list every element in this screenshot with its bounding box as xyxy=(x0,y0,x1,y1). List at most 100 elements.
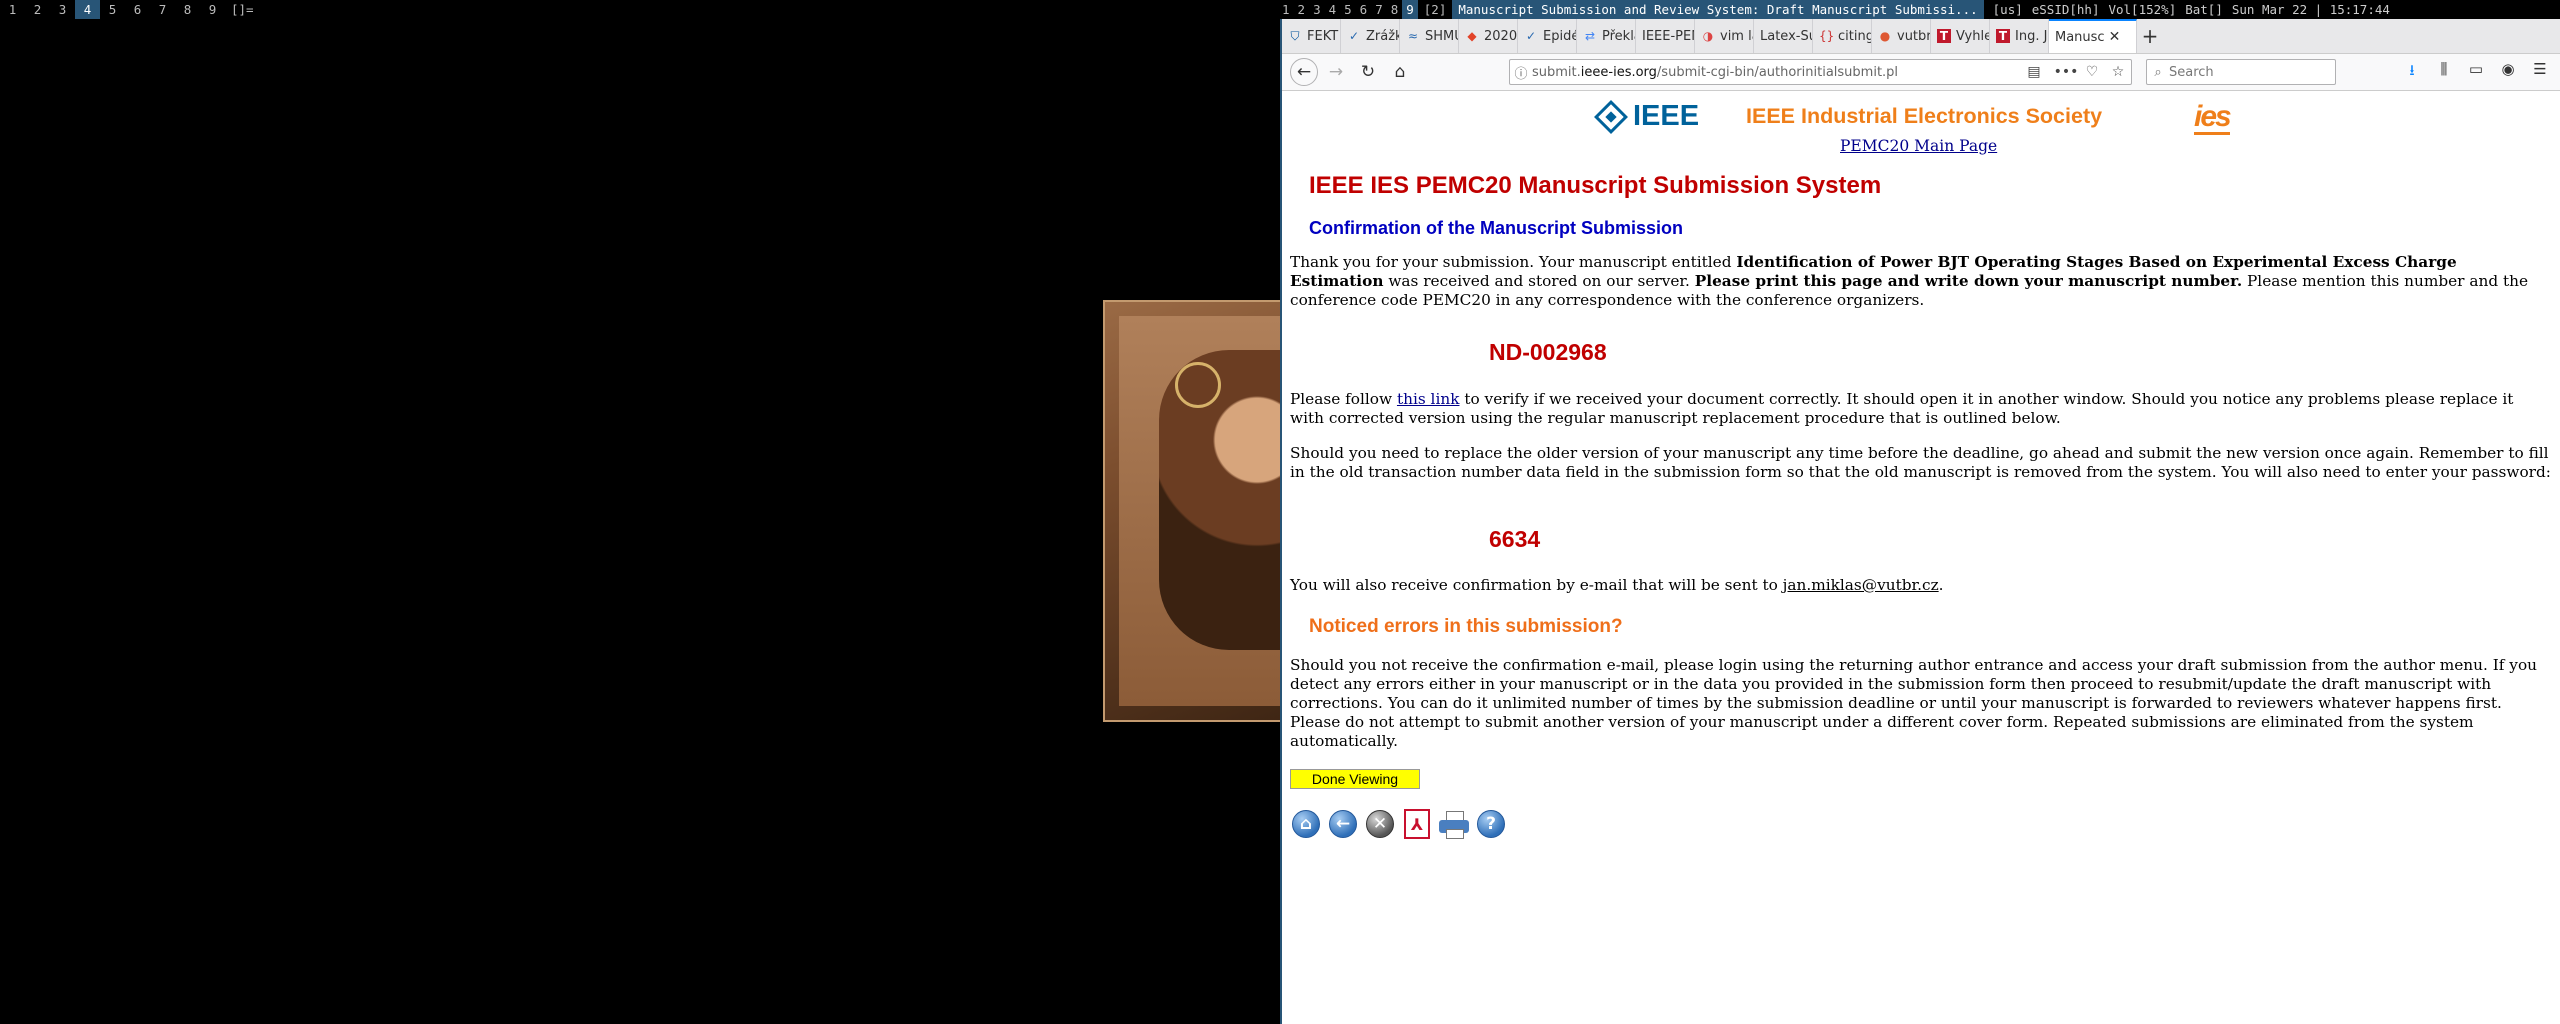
url-domain: ieee-ies.org xyxy=(1580,64,1657,80)
text: Thank you for your submission. Your manu… xyxy=(1290,253,1737,271)
home-icon: ⌂ xyxy=(1394,62,1406,82)
account-icon[interactable]: ◉ xyxy=(2492,60,2524,85)
wave-icon: ≈ xyxy=(1407,29,1419,43)
thank-you-paragraph: Thank you for your submission. Your manu… xyxy=(1290,253,2552,310)
search-icon: ⌕ xyxy=(2154,64,2162,80)
arrow-right-icon: → xyxy=(1328,62,1344,82)
home-button[interactable]: ⌂ xyxy=(1386,58,1414,86)
forward-button[interactable]: → xyxy=(1322,58,1350,86)
workspace-4[interactable]: 4 xyxy=(75,0,100,19)
tab-label: FEKT V xyxy=(1307,28,1340,44)
clock: Sun Mar 22 | 15:17:44 xyxy=(2231,2,2390,17)
url-prefix: submit. xyxy=(1532,64,1581,80)
close-icon[interactable]: ✕ xyxy=(1364,808,1396,840)
reload-icon: ↻ xyxy=(1360,62,1376,82)
tab-list: ⛉ FEKT V ✓ Zrážk ≈ SHMÚ ◆ 2020-0 ✓ Epidém ⇄ Překla I… xyxy=(1282,19,2049,53)
translate-icon: ⇄ xyxy=(1584,29,1596,43)
close-tab-icon[interactable]: ✕ xyxy=(2109,29,2121,45)
search-bar[interactable]: ⌕ Search xyxy=(2146,59,2336,85)
bookmark-star-icon[interactable]: ☆ xyxy=(2105,64,2131,80)
right-workspace-5[interactable]: 5 xyxy=(1340,0,1356,19)
sidebar-icon[interactable]: ▭ xyxy=(2460,60,2492,85)
tab-8[interactable]: Latex-Suit xyxy=(1754,19,1813,53)
navigation-toolbar: ← → ↻ ⌂ ⓘ submit.ieee-ies.org/submit-cgi… xyxy=(1282,54,2560,91)
reader-view-icon[interactable]: ▤ xyxy=(2021,64,2047,80)
pocket-icon[interactable]: ♡ xyxy=(2079,64,2105,80)
tab-2[interactable]: ≈ SHMÚ xyxy=(1400,19,1459,53)
reload-button[interactable]: ↻ xyxy=(1354,58,1382,86)
tab-label: vutbr j xyxy=(1897,28,1930,44)
tab-label: Vyhled xyxy=(1956,28,1989,44)
help-icon-graphic: ? xyxy=(1477,810,1505,838)
pdf-icon-graphic: ⅄ xyxy=(1404,809,1430,839)
right-workspace-6[interactable]: 6 xyxy=(1356,0,1372,19)
tab-10[interactable]: ● vutbr j xyxy=(1872,19,1931,53)
tab-label: Zrážk xyxy=(1366,28,1399,44)
ieee-logo[interactable]: IEEE xyxy=(1594,99,1700,134)
verify-link[interactable]: this link xyxy=(1397,390,1460,408)
pdf-icon[interactable]: ⅄ xyxy=(1401,808,1433,840)
right-workspace-7[interactable]: 7 xyxy=(1371,0,1387,19)
tab-strip: ⛉ FEKT V ✓ Zrážk ≈ SHMÚ ◆ 2020-0 ✓ Epidém ⇄ Překla I… xyxy=(1282,19,2560,54)
workspace-3[interactable]: 3 xyxy=(50,0,75,19)
battery-status: Bat[] xyxy=(2185,2,2223,17)
email-link[interactable]: jan.miklas@vutbr.cz xyxy=(1783,576,1939,594)
ieee-logo-text: IEEE xyxy=(1633,100,1700,132)
url-bar[interactable]: ⓘ submit.ieee-ies.org/submit-cgi-bin/aut… xyxy=(1509,59,2132,85)
main-page-link[interactable]: PEMC20 Main Page xyxy=(1840,137,1997,155)
tab-7[interactable]: ◑ vim lat xyxy=(1695,19,1754,53)
text: You will also receive confirmation by e-… xyxy=(1290,576,1783,594)
print-icon[interactable] xyxy=(1438,808,1470,840)
right-workspace-4[interactable]: 4 xyxy=(1325,0,1341,19)
workspace-1[interactable]: 1 xyxy=(0,0,25,19)
tab-0[interactable]: ⛉ FEKT V xyxy=(1282,19,1341,53)
right-layout-indicator: [2] xyxy=(1423,2,1447,17)
tab-9[interactable]: {} citing xyxy=(1813,19,1872,53)
workspace-6[interactable]: 6 xyxy=(125,0,150,19)
right-workspace-2[interactable]: 2 xyxy=(1294,0,1310,19)
library-icon[interactable]: ⫼ xyxy=(2428,60,2460,85)
icon-painting-image xyxy=(1103,300,1299,722)
right-workspace-8[interactable]: 8 xyxy=(1387,0,1403,19)
page-title: IEEE IES PEMC20 Manuscript Submission Sy… xyxy=(1309,172,1882,199)
back-button[interactable]: ← xyxy=(1290,58,1318,86)
right-workspace-1[interactable]: 1 xyxy=(1278,0,1294,19)
back-icon[interactable]: ← xyxy=(1327,808,1359,840)
done-viewing-button[interactable]: Done Viewing xyxy=(1290,769,1420,789)
workspace-7[interactable]: 7 xyxy=(150,0,175,19)
tab-5[interactable]: ⇄ Překla xyxy=(1577,19,1636,53)
workspace-9[interactable]: 9 xyxy=(200,0,225,19)
home-icon[interactable]: ⌂ xyxy=(1290,808,1322,840)
right-workspace-3[interactable]: 3 xyxy=(1309,0,1325,19)
ies-logo[interactable]: ies xyxy=(2194,102,2232,135)
url-text[interactable]: submit.ieee-ies.org/submit-cgi-bin/autho… xyxy=(1532,65,1898,80)
new-tab-button[interactable]: + xyxy=(2137,19,2163,53)
menu-icon[interactable]: ☰ xyxy=(2524,60,2556,85)
tab-label: citing xyxy=(1838,28,1871,44)
left-layout-indicator: []= xyxy=(231,2,254,17)
tab-3[interactable]: ◆ 2020-0 xyxy=(1459,19,1518,53)
tab-active[interactable]: Manusc ✕ xyxy=(2049,19,2137,53)
tab-4[interactable]: ✓ Epidém xyxy=(1518,19,1577,53)
workspace-2[interactable]: 2 xyxy=(25,0,50,19)
download-icon[interactable]: ⭳ xyxy=(2396,60,2428,85)
stackexchange-icon: ◑ xyxy=(1702,29,1714,43)
help-icon[interactable]: ? xyxy=(1475,808,1507,840)
tab-label: Epidém xyxy=(1543,28,1576,44)
i3-status-bar: 1 2 3 4 5 6 7 8 9 []= 1 2 3 4 5 6 7 8 9 [2] Manuscript Subm… xyxy=(0,0,2560,19)
page-actions-icon[interactable]: ••• xyxy=(2053,64,2079,80)
workspace-5[interactable]: 5 xyxy=(100,0,125,19)
tab-11[interactable]: T Vyhled xyxy=(1931,19,1990,53)
workspace-8[interactable]: 8 xyxy=(175,0,200,19)
tab-1[interactable]: ✓ Zrážk xyxy=(1341,19,1400,53)
search-placeholder: Search xyxy=(2169,64,2214,80)
site-info-icon[interactable]: ⓘ xyxy=(1510,63,1532,82)
tab-6[interactable]: IEEE-PEM xyxy=(1636,19,1695,53)
tab-12[interactable]: T Ing. Jár xyxy=(1990,19,2049,53)
duckduckgo-icon: ● xyxy=(1879,29,1891,43)
action-icon-row: ⌂ ← ✕ ⅄ ? xyxy=(1290,808,1512,840)
manuscript-number: ND-002968 xyxy=(1489,339,1607,365)
right-workspace-9[interactable]: 9 xyxy=(1402,0,1418,19)
wifi-status: eSSID[hh] xyxy=(2031,2,2100,17)
text: was received and stored on our server. xyxy=(1383,272,1695,290)
